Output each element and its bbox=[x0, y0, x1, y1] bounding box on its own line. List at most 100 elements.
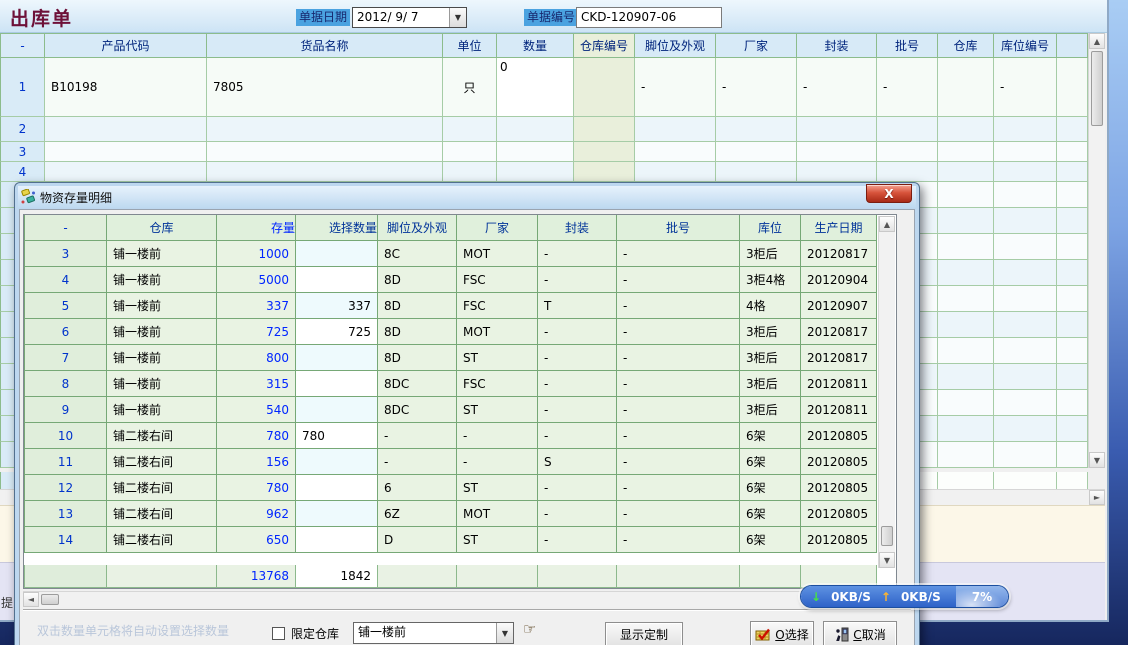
scroll-down-icon[interactable]: ▼ bbox=[879, 552, 895, 568]
cell-row-number[interactable]: 10 bbox=[24, 423, 107, 449]
cell-package[interactable]: - bbox=[538, 241, 617, 267]
cell-row-number[interactable]: 3 bbox=[0, 142, 45, 162]
cell-batch[interactable]: - bbox=[617, 475, 740, 501]
cell-pin[interactable] bbox=[635, 162, 716, 182]
cell-prod-date[interactable]: 20120805 bbox=[801, 423, 877, 449]
cell-location-no[interactable] bbox=[994, 312, 1057, 338]
cell-batch[interactable]: - bbox=[617, 449, 740, 475]
cell-location-no[interactable] bbox=[994, 260, 1057, 286]
display-customize-button[interactable]: 显示定制 bbox=[605, 622, 683, 645]
cell-location-no[interactable] bbox=[994, 182, 1057, 208]
cell-location[interactable]: 3柜4格 bbox=[740, 267, 801, 293]
cell-warehouse[interactable] bbox=[938, 390, 994, 416]
cell-location[interactable]: 3柜后 bbox=[740, 371, 801, 397]
cell-batch[interactable]: - bbox=[617, 501, 740, 527]
cell-warehouse[interactable] bbox=[938, 142, 994, 162]
cell-prod-date[interactable]: 20120904 bbox=[801, 267, 877, 293]
cell-maker[interactable]: MOT bbox=[457, 319, 538, 345]
cell-warehouse[interactable]: 铺一楼前 bbox=[107, 293, 217, 319]
cell-product-name[interactable] bbox=[207, 142, 443, 162]
cell-row-number[interactable]: 13 bbox=[24, 501, 107, 527]
cell-warehouse[interactable] bbox=[938, 416, 994, 442]
cell-product-code[interactable]: B10198 bbox=[45, 58, 207, 117]
cell-unit[interactable] bbox=[443, 142, 497, 162]
cell-warehouse[interactable] bbox=[938, 338, 994, 364]
cell-warehouse-no[interactable] bbox=[574, 58, 635, 117]
cell-package[interactable]: - bbox=[538, 345, 617, 371]
cell-warehouse[interactable]: 铺一楼前 bbox=[107, 241, 217, 267]
cell-unit[interactable] bbox=[443, 117, 497, 142]
cell-select-quantity[interactable]: 780 bbox=[296, 423, 378, 449]
cell-prod-date[interactable]: 20120907 bbox=[801, 293, 877, 319]
cell-warehouse[interactable] bbox=[938, 117, 994, 142]
cell-location[interactable]: 6架 bbox=[740, 475, 801, 501]
cell-maker[interactable]: ST bbox=[457, 397, 538, 423]
cell-location-no[interactable] bbox=[994, 234, 1057, 260]
cell-warehouse[interactable]: 铺二楼右间 bbox=[107, 423, 217, 449]
cell-maker[interactable] bbox=[716, 162, 797, 182]
pointing-hand-icon[interactable]: ☞ bbox=[523, 620, 536, 638]
cell-batch[interactable]: - bbox=[617, 241, 740, 267]
cell-select-quantity[interactable] bbox=[296, 527, 378, 553]
cell-maker[interactable]: ST bbox=[457, 345, 538, 371]
cell-quantity[interactable] bbox=[497, 162, 574, 182]
scroll-up-icon[interactable]: ▲ bbox=[879, 216, 895, 232]
cell-row-number[interactable]: 6 bbox=[24, 319, 107, 345]
cell-select-quantity[interactable] bbox=[296, 345, 378, 371]
cell-maker[interactable]: FSC bbox=[457, 293, 538, 319]
cell-stock[interactable]: 800 bbox=[217, 345, 296, 371]
cell-product-code[interactable] bbox=[45, 142, 207, 162]
cell-package[interactable]: - bbox=[538, 527, 617, 553]
cell-row-number[interactable]: 2 bbox=[0, 117, 45, 142]
cell-stock[interactable]: 315 bbox=[217, 371, 296, 397]
cell-batch[interactable] bbox=[877, 142, 938, 162]
cell-product-code[interactable] bbox=[45, 162, 207, 182]
cell-batch[interactable]: - bbox=[617, 423, 740, 449]
cell-pin[interactable]: 8D bbox=[378, 345, 457, 371]
cell-batch[interactable]: - bbox=[617, 345, 740, 371]
cell-warehouse-no[interactable] bbox=[574, 117, 635, 142]
cell-row-number[interactable]: 8 bbox=[24, 371, 107, 397]
cell-package[interactable]: - bbox=[538, 501, 617, 527]
cell-batch[interactable]: - bbox=[617, 293, 740, 319]
cell-pin[interactable]: 8D bbox=[378, 319, 457, 345]
cell-package[interactable]: - bbox=[538, 371, 617, 397]
cell-package[interactable] bbox=[797, 162, 877, 182]
cell-row-number[interactable]: 4 bbox=[24, 267, 107, 293]
cell-stock[interactable]: 780 bbox=[217, 423, 296, 449]
cell-location[interactable]: 3柜后 bbox=[740, 345, 801, 371]
cell-warehouse[interactable] bbox=[938, 234, 994, 260]
cell-location-no[interactable] bbox=[994, 208, 1057, 234]
cell-warehouse[interactable] bbox=[938, 208, 994, 234]
cell-package[interactable] bbox=[797, 142, 877, 162]
cell-row-number[interactable]: 4 bbox=[0, 162, 45, 182]
cell-prod-date[interactable]: 20120805 bbox=[801, 527, 877, 553]
scroll-up-icon[interactable]: ▲ bbox=[1089, 33, 1105, 49]
cell-location-no[interactable] bbox=[994, 364, 1057, 390]
cell-location[interactable]: 3柜后 bbox=[740, 397, 801, 423]
cell-stock[interactable]: 650 bbox=[217, 527, 296, 553]
cell-location-no[interactable] bbox=[994, 142, 1057, 162]
cell-warehouse[interactable] bbox=[938, 442, 994, 468]
cell-prod-date[interactable]: 20120817 bbox=[801, 241, 877, 267]
cell-pin[interactable]: 8DC bbox=[378, 371, 457, 397]
cell-batch[interactable]: - bbox=[617, 527, 740, 553]
cell-maker[interactable]: - bbox=[716, 58, 797, 117]
cell-stock[interactable]: 540 bbox=[217, 397, 296, 423]
cell-stock[interactable]: 1000 bbox=[217, 241, 296, 267]
cancel-button[interactable]: C取消 bbox=[823, 621, 897, 645]
cell-pin[interactable]: 6Z bbox=[378, 501, 457, 527]
cell-pin[interactable] bbox=[635, 142, 716, 162]
cell-quantity[interactable] bbox=[497, 117, 574, 142]
cell-location[interactable]: 4格 bbox=[740, 293, 801, 319]
cell-location[interactable]: 3柜后 bbox=[740, 241, 801, 267]
cell-pin[interactable]: - bbox=[378, 423, 457, 449]
cell-prod-date[interactable]: 20120817 bbox=[801, 319, 877, 345]
cell-stock[interactable]: 337 bbox=[217, 293, 296, 319]
cell-warehouse-no[interactable] bbox=[574, 142, 635, 162]
cell-location-no[interactable] bbox=[994, 416, 1057, 442]
cell-quantity[interactable] bbox=[497, 142, 574, 162]
cell-warehouse[interactable] bbox=[938, 182, 994, 208]
cell-location-no[interactable] bbox=[994, 338, 1057, 364]
cell-batch[interactable]: - bbox=[617, 371, 740, 397]
